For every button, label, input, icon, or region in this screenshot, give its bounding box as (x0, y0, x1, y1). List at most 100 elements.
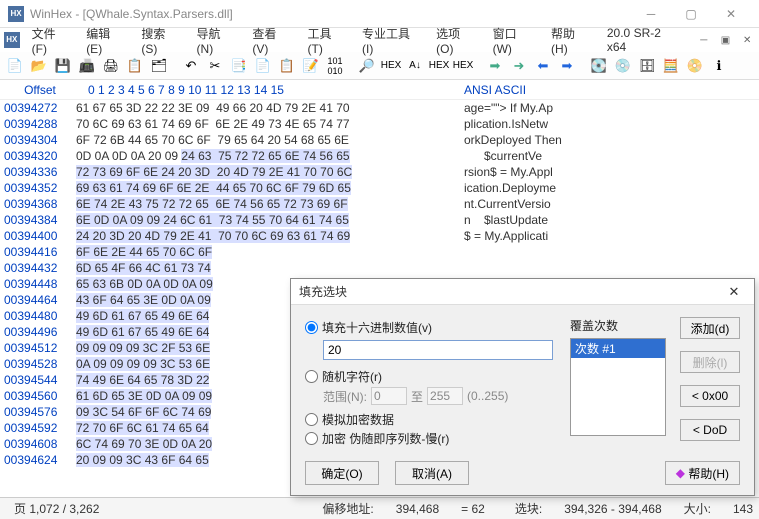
menu-tools[interactable]: 工具(T) (300, 23, 355, 58)
hex-cell[interactable]: 61 67 65 3D 22 22 3E 09 49 66 20 4D 79 2… (76, 101, 456, 115)
img-icon[interactable]: 📀 (684, 55, 706, 77)
hex-cell[interactable]: 6E 74 2E 43 75 72 72 65 6E 74 56 65 72 7… (76, 197, 456, 211)
fwd-icon[interactable]: ➡ (556, 55, 578, 77)
hex-cell[interactable]: 72 73 69 6F 6E 24 20 3D 20 4D 79 2E 41 7… (76, 165, 456, 179)
paste-icon[interactable]: 📋 (276, 55, 298, 77)
menu-file[interactable]: 文件(F) (24, 23, 79, 58)
cut-icon[interactable]: ✂ (204, 55, 226, 77)
menu-help[interactable]: 帮助(H) (543, 23, 599, 58)
range-to-input[interactable] (427, 387, 463, 405)
replace2-icon[interactable]: HEX (452, 55, 474, 77)
dialog-close-icon[interactable]: ✕ (722, 284, 746, 300)
help-button[interactable]: ◆ 帮助(H) (665, 461, 740, 485)
app-icon: HX (8, 6, 24, 22)
delete-button[interactable]: 删除(l) (680, 351, 740, 373)
0x00-button[interactable]: < 0x00 (680, 385, 740, 407)
status-eq: = 62 (453, 502, 493, 516)
goto2-icon[interactable]: ➜ (508, 55, 530, 77)
dod-button[interactable]: < DoD (680, 419, 740, 441)
hex-cell[interactable]: 70 6C 69 63 61 74 69 6F 6E 2E 49 73 4E 6… (76, 117, 456, 131)
new-icon[interactable]: 📄 (4, 55, 26, 77)
findtext-icon[interactable]: A↓ (404, 55, 426, 77)
back-icon[interactable]: ⬅ (532, 55, 554, 77)
disk-icon[interactable]: 💽 (588, 55, 610, 77)
ascii-cell[interactable]: rsion$ = My.Appl (456, 165, 755, 179)
radio-random[interactable]: 随机字符(r) (305, 368, 558, 385)
hex-header: Offset 0 1 2 3 4 5 6 7 8 9 10 11 12 13 1… (0, 80, 759, 100)
hex-row[interactable]: 0039427261 67 65 3D 22 22 3E 09 49 66 20… (4, 100, 755, 116)
find-icon[interactable]: 🔎 (356, 55, 378, 77)
ascii-cell[interactable]: plication.IsNetw (456, 117, 755, 131)
radio-hex[interactable]: 填充十六进制数值(v) (305, 319, 558, 336)
folder-icon[interactable]: 🗂 (148, 55, 170, 77)
pass-item[interactable]: 次数 #1 (571, 339, 665, 358)
mdi-min-icon[interactable]: ─ (696, 32, 712, 48)
hex-value-input[interactable] (323, 340, 553, 360)
menu-nav[interactable]: 导航(N) (189, 23, 245, 58)
copy2-icon[interactable]: 📄 (252, 55, 274, 77)
menu-window[interactable]: 窗口(W) (485, 23, 543, 58)
save-icon[interactable]: 💾 (52, 55, 74, 77)
passes-listbox[interactable]: 次数 #1 (570, 338, 666, 436)
menu-options[interactable]: 选项(O) (428, 23, 484, 58)
menu-search[interactable]: 搜索(S) (133, 23, 188, 58)
ascii-cell[interactable]: n $lastUpdate (456, 213, 755, 227)
undo-icon[interactable]: ↶ (180, 55, 202, 77)
radio-sim[interactable]: 模拟加密数据 (305, 411, 558, 428)
paste2-icon[interactable]: 📝 (300, 55, 322, 77)
disk2-icon[interactable]: 💿 (612, 55, 634, 77)
ascii-cell[interactable]: orkDeployed Then (456, 133, 755, 147)
minimize-button[interactable]: ─ (631, 1, 671, 27)
radio-enc-label: 加密 伪随即序列数-慢(r) (322, 430, 449, 447)
mdi-close-icon[interactable]: ✕ (739, 32, 755, 48)
hex-row[interactable]: 003943686E 74 2E 43 75 72 72 65 6E 74 56… (4, 196, 755, 212)
hex-row[interactable]: 003944326D 65 4F 66 4C 61 73 74 (4, 260, 755, 276)
hex-row[interactable]: 003943200D 0A 0D 0A 20 09 24 63 75 72 72… (4, 148, 755, 164)
saveas-icon[interactable]: 📠 (76, 55, 98, 77)
hex-row[interactable]: 003943046F 72 6B 44 65 70 6C 6F 79 65 64… (4, 132, 755, 148)
info-icon[interactable]: ℹ (708, 55, 730, 77)
menu-view[interactable]: 查看(V) (244, 23, 299, 58)
menu-pro[interactable]: 专业工具(I) (354, 23, 428, 58)
calc-icon[interactable]: 🧮 (660, 55, 682, 77)
menu-edit[interactable]: 编辑(E) (78, 23, 133, 58)
ascii-cell[interactable]: age=""> If My.Ap (456, 101, 755, 115)
status-sel-lbl: 选块: (507, 500, 550, 517)
hex-cell[interactable]: 24 20 3D 20 4D 79 2E 41 70 70 6C 69 63 6… (76, 229, 456, 243)
range-from-input[interactable] (371, 387, 407, 405)
ascii-cell[interactable]: ication.Deployme (456, 181, 755, 195)
ram-icon[interactable]: 🗄 (636, 55, 658, 77)
open-icon[interactable]: 📂 (28, 55, 50, 77)
findhex-icon[interactable]: HEX (380, 55, 402, 77)
hex-cell[interactable]: 6D 65 4F 66 4C 61 73 74 (76, 261, 456, 275)
ascii-cell[interactable]: $currentVe (456, 149, 755, 163)
radio-enc[interactable]: 加密 伪随即序列数-慢(r) (305, 430, 558, 447)
maximize-button[interactable]: ▢ (671, 1, 711, 27)
hex-row[interactable]: 0039435269 63 61 74 69 6F 6E 2E 44 65 70… (4, 180, 755, 196)
binary-icon[interactable]: 101010 (324, 55, 346, 77)
hex-cell[interactable]: 69 63 61 74 69 6F 6E 2E 44 65 70 6C 6F 7… (76, 181, 456, 195)
mdi-max-icon[interactable]: ▣ (718, 32, 734, 48)
copy-icon[interactable]: 📑 (228, 55, 250, 77)
hex-row[interactable]: 0039433672 73 69 6F 6E 24 20 3D 20 4D 79… (4, 164, 755, 180)
props-icon[interactable]: 📋 (124, 55, 146, 77)
range-to-label: 至 (411, 388, 423, 405)
goto-icon[interactable]: ➡ (484, 55, 506, 77)
hex-cell[interactable]: 6F 72 6B 44 65 70 6C 6F 79 65 64 20 54 6… (76, 133, 456, 147)
print-icon[interactable]: 🖨 (100, 55, 122, 77)
hex-cell[interactable]: 6E 0D 0A 09 09 24 6C 61 73 74 55 70 64 6… (76, 213, 456, 227)
cancel-button[interactable]: 取消(A) (395, 461, 469, 485)
hex-cell[interactable]: 0D 0A 0D 0A 20 09 24 63 75 72 72 65 6E 7… (76, 149, 456, 163)
ascii-cell[interactable]: nt.CurrentVersio (456, 197, 755, 211)
hex-row[interactable]: 0039428870 6C 69 63 61 74 69 6F 6E 2E 49… (4, 116, 755, 132)
hex-row[interactable]: 003943846E 0D 0A 09 09 24 6C 61 73 74 55… (4, 212, 755, 228)
ascii-cell[interactable]: $ = My.Applicati (456, 229, 755, 243)
hex-row[interactable]: 0039440024 20 3D 20 4D 79 2E 41 70 70 6C… (4, 228, 755, 244)
add-button[interactable]: 添加(d) (680, 317, 740, 339)
close-button[interactable]: ✕ (711, 1, 751, 27)
ok-button[interactable]: 确定(O) (305, 461, 379, 485)
replace-icon[interactable]: HEX (428, 55, 450, 77)
offset-cell: 00394368 (4, 197, 76, 211)
hex-cell[interactable]: 6F 6E 2E 44 65 70 6C 6F (76, 245, 456, 259)
hex-row[interactable]: 003944166F 6E 2E 44 65 70 6C 6F (4, 244, 755, 260)
